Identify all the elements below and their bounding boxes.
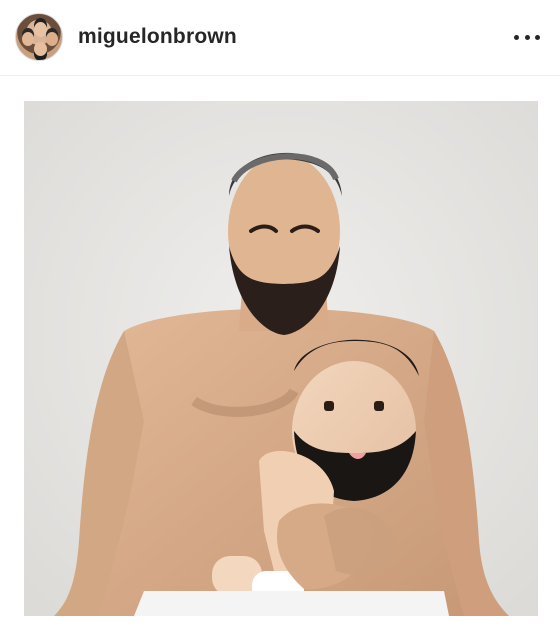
- post-footer-space: [0, 616, 560, 638]
- photo-illustration: [24, 101, 538, 616]
- profile-avatar-icon[interactable]: [15, 13, 63, 61]
- post-photo[interactable]: [24, 101, 538, 616]
- post-header: miguelonbrown: [0, 0, 560, 76]
- username[interactable]: miguelonbrown: [78, 25, 237, 49]
- more-options-icon[interactable]: [514, 30, 540, 44]
